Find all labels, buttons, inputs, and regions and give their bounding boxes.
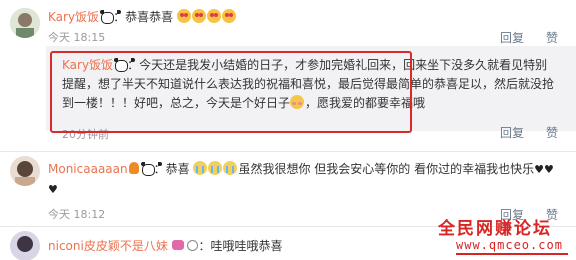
site-watermark: 全民网赚论坛 www.qmceo.com (438, 214, 572, 258)
reply-button[interactable]: 回复 (500, 29, 524, 46)
heart-icon: ♥ (534, 163, 544, 176)
comment-timestamp: 今天 18:15 (48, 31, 106, 44)
clock-icon (187, 240, 199, 251)
avatar-image (10, 231, 40, 260)
watermark-title: 全民网赚论坛 (438, 219, 552, 239)
flame-icon (128, 162, 139, 174)
crying-emoji-icon (223, 161, 238, 175)
bow-icon (171, 240, 184, 250)
comment-text: ：恭喜恭喜 (113, 10, 174, 24)
reply-like-button[interactable]: 赞 (546, 124, 558, 141)
watermark-underline (456, 253, 568, 255)
reply-reply-button[interactable]: 回复 (500, 124, 524, 141)
love-eyes-emoji-icon (221, 9, 236, 23)
comment-username[interactable]: niconi皮皮颖不是八妹 (48, 239, 168, 253)
comment-username[interactable]: Monicaaaaan (48, 162, 128, 176)
avatar-image (10, 8, 40, 38)
avatar[interactable] (10, 231, 40, 260)
crying-emoji-icon (193, 161, 208, 175)
panda-emoji-icon (100, 10, 122, 24)
like-button[interactable]: 赞 (546, 29, 558, 46)
avatar-image (10, 156, 40, 186)
love-eyes-emoji-icon (206, 9, 221, 23)
highlight-annotation (50, 51, 412, 133)
panda-emoji-icon (140, 162, 162, 176)
avatar[interactable] (10, 156, 40, 186)
avatar[interactable] (10, 8, 40, 38)
comment-text-continued: 虽然我很想你 但我会安心等你的 看你过的幸福我也快乐 (238, 162, 535, 176)
comment-text: ：哇哦哇哦恭喜 (198, 239, 283, 253)
crying-emoji-icon (208, 161, 223, 175)
comment-item-1: Kary饭饭 ：恭喜恭喜 今天 18:15 回复 赞 (0, 0, 576, 46)
love-eyes-emoji-icon (176, 9, 191, 23)
watermark-url: www.qmceo.com (456, 238, 563, 252)
love-eyes-emoji-icon (191, 9, 206, 23)
heart-icon: ♥ (48, 183, 58, 196)
comment-timestamp: 今天 18:12 (48, 208, 106, 221)
comment-username[interactable]: Kary饭饭 (48, 10, 99, 24)
heart-icon: ♥ (543, 163, 554, 176)
